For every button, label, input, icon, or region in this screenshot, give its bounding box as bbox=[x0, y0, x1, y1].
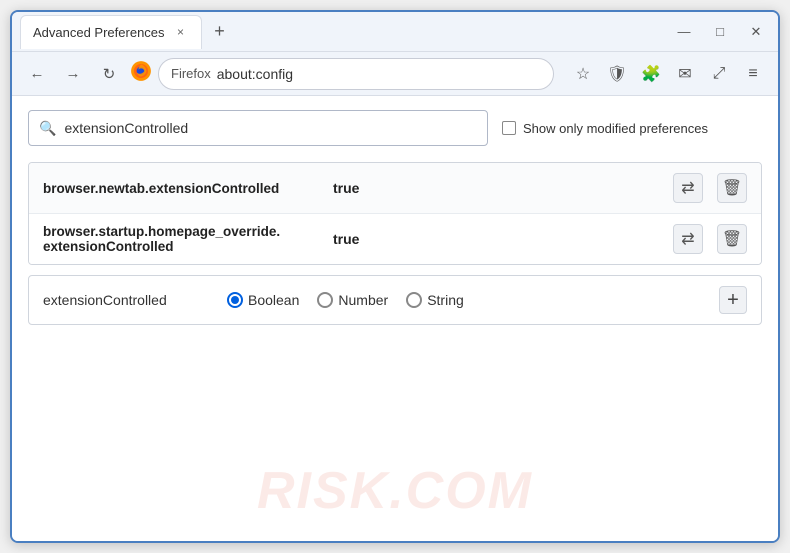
preferences-table: browser.newtab.extensionControlled true … bbox=[28, 162, 762, 265]
type-radio-group: Boolean Number String bbox=[227, 292, 464, 308]
maximize-button[interactable]: □ bbox=[706, 18, 734, 46]
number-label: Number bbox=[338, 292, 388, 308]
menu-button[interactable]: ≡ bbox=[738, 59, 768, 89]
boolean-radio-button[interactable] bbox=[227, 292, 243, 308]
browser-name-label: Firefox bbox=[171, 66, 211, 81]
reset-pref-button[interactable]: ⇄ bbox=[673, 173, 703, 203]
bookmark-icon[interactable]: ☆ bbox=[568, 59, 598, 89]
back-button[interactable]: ← bbox=[22, 59, 52, 89]
table-row: browser.newtab.extensionControlled true … bbox=[29, 163, 761, 214]
show-modified-label: Show only modified preferences bbox=[523, 121, 708, 136]
boolean-label: Boolean bbox=[248, 292, 299, 308]
pref-value: true bbox=[333, 231, 359, 247]
browser-window: Advanced Preferences × + — □ ✕ ← → ↻ Fir… bbox=[10, 10, 780, 543]
minimize-button[interactable]: — bbox=[670, 18, 698, 46]
toolbar-icons: ☆ 🛡 🧩 ✉ ⤢ ≡ bbox=[568, 59, 768, 89]
page-content: RISK.COM 🔍 Show only modified preference… bbox=[12, 96, 778, 541]
reset-pref-button[interactable]: ⇄ bbox=[673, 224, 703, 254]
title-bar: Advanced Preferences × + — □ ✕ bbox=[12, 12, 778, 52]
new-pref-name: extensionControlled bbox=[43, 292, 213, 308]
shield-icon[interactable]: 🛡 bbox=[602, 59, 632, 89]
string-radio-button[interactable] bbox=[406, 292, 422, 308]
navigation-bar: ← → ↻ Firefox about:config ☆ 🛡 🧩 ✉ ⤢ ≡ bbox=[12, 52, 778, 96]
search-box[interactable]: 🔍 bbox=[28, 110, 488, 146]
browser-tab[interactable]: Advanced Preferences × bbox=[20, 15, 202, 49]
string-label: String bbox=[427, 292, 464, 308]
table-row: browser.startup.homepage_override. exten… bbox=[29, 214, 761, 264]
new-tab-button[interactable]: + bbox=[206, 18, 234, 46]
pref-name: browser.startup.homepage_override. exten… bbox=[43, 224, 323, 254]
extension-icon[interactable]: 🧩 bbox=[636, 59, 666, 89]
close-button[interactable]: ✕ bbox=[742, 18, 770, 46]
delete-pref-button[interactable]: 🗑 bbox=[717, 173, 747, 203]
search-row: 🔍 Show only modified preferences bbox=[28, 110, 762, 146]
number-radio-button[interactable] bbox=[317, 292, 333, 308]
number-radio-option[interactable]: Number bbox=[317, 292, 388, 308]
share-icon[interactable]: ⤢ bbox=[704, 59, 734, 89]
address-bar[interactable]: Firefox about:config bbox=[158, 58, 554, 90]
reload-button[interactable]: ↻ bbox=[94, 59, 124, 89]
watermark: RISK.COM bbox=[257, 461, 533, 521]
show-modified-checkbox-label[interactable]: Show only modified preferences bbox=[502, 121, 708, 136]
show-modified-checkbox[interactable] bbox=[502, 121, 516, 135]
url-text: about:config bbox=[217, 66, 293, 82]
tab-close-button[interactable]: × bbox=[173, 24, 189, 40]
window-controls: — □ ✕ bbox=[670, 18, 770, 46]
new-preference-row: extensionControlled Boolean Number Strin… bbox=[28, 275, 762, 325]
firefox-logo bbox=[130, 60, 152, 87]
pref-value: true bbox=[333, 180, 359, 196]
add-preference-button[interactable]: + bbox=[719, 286, 747, 314]
delete-pref-button[interactable]: 🗑 bbox=[717, 224, 747, 254]
search-input[interactable] bbox=[64, 120, 477, 136]
pref-name: browser.newtab.extensionControlled bbox=[43, 181, 323, 196]
string-radio-option[interactable]: String bbox=[406, 292, 464, 308]
search-icon: 🔍 bbox=[39, 120, 56, 137]
account-icon[interactable]: ✉ bbox=[670, 59, 700, 89]
tab-title: Advanced Preferences bbox=[33, 25, 165, 40]
forward-button[interactable]: → bbox=[58, 59, 88, 89]
boolean-radio-option[interactable]: Boolean bbox=[227, 292, 299, 308]
